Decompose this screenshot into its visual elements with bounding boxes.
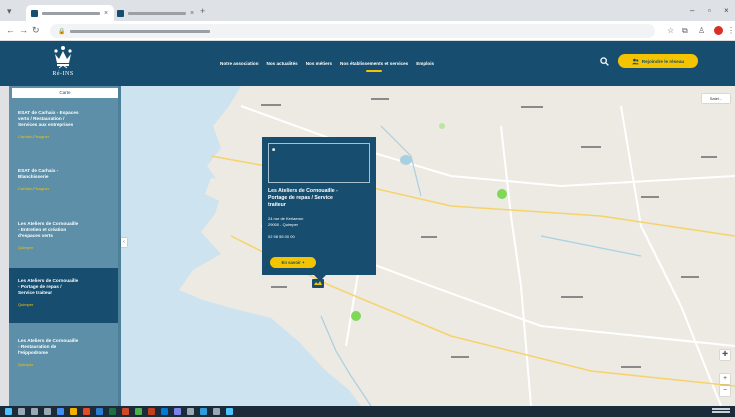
street-view-icon[interactable]: ✚ [720, 350, 730, 360]
sidebar-tab-map[interactable]: Carte [12, 88, 118, 98]
nav-item-association[interactable]: Notre association [220, 61, 259, 66]
sidebar-item-ateliers-portage-repas[interactable]: Les Ateliers de Cornouaille - Portage de… [9, 268, 121, 323]
join-network-button[interactable]: Rejoindre le réseau [618, 54, 698, 68]
word-icon[interactable] [96, 408, 103, 415]
new-tab-icon[interactable]: + [200, 6, 205, 16]
profile-avatar[interactable] [714, 26, 723, 35]
task-view-icon[interactable] [31, 408, 38, 415]
maximize-icon[interactable]: ▫ [708, 6, 711, 15]
sidebar-item-city: Carhaix-Plouguer [18, 134, 50, 139]
browser-menu-icon[interactable]: ⋮ [727, 27, 735, 35]
bookmark-star-icon[interactable]: ☆ [667, 27, 674, 35]
taskbar-app-icon[interactable] [44, 408, 51, 415]
taskbar-app-icon[interactable] [148, 408, 155, 415]
establishments-sidebar: Carte ESAT de Carhaix - Espaces verts / … [9, 86, 121, 406]
nav-item-etablissements[interactable]: Nos établissements et services [340, 61, 408, 72]
extensions-icon[interactable]: ⧉ [682, 27, 688, 35]
forward-icon[interactable]: → [19, 26, 28, 35]
sidebar-item-city: Quimper [18, 302, 34, 307]
sidebar-item-esat-carhaix-espaces-verts[interactable]: ESAT de Carhaix - Espaces verts / Restau… [9, 110, 121, 139]
back-icon[interactable]: ← [6, 26, 15, 35]
lake [400, 155, 412, 165]
taskbar-app-icon[interactable] [200, 408, 207, 415]
address-url [70, 29, 211, 33]
site-favicon-icon [117, 9, 124, 17]
establishment-image: ■ [268, 143, 370, 183]
map-marker-quimper [351, 311, 361, 321]
join-network-label: Rejoindre le réseau [641, 58, 685, 64]
people-icon [631, 58, 639, 64]
tab-title [128, 11, 186, 15]
reload-icon[interactable]: ↻ [32, 26, 40, 35]
popup-phone: 02 98 55 00 00 [268, 234, 295, 239]
windows-start-icon[interactable] [5, 408, 12, 415]
address-bar[interactable]: 🔒 [50, 24, 655, 38]
lock-icon: 🔒 [58, 28, 66, 35]
site-favicon-icon [31, 9, 38, 17]
crown-logo-icon [54, 46, 72, 69]
sidebar-item-city: Quimper [18, 245, 34, 250]
map-marker-faded [439, 123, 445, 129]
tab-title [42, 11, 100, 15]
sidebar-item-title: Les Ateliers de Cornouaille - Entretien … [18, 221, 79, 238]
nav-item-actualites[interactable]: Nos actualités [267, 61, 298, 66]
outlook-icon[interactable] [161, 408, 168, 415]
taskbar-app-icon[interactable] [57, 408, 64, 415]
zoom-out-button[interactable]: − [720, 386, 730, 396]
browser-tab-active[interactable]: × [26, 5, 114, 21]
excel-icon[interactable] [109, 408, 116, 415]
main-navigation: Notre association Nos actualités Nos mét… [220, 61, 434, 72]
close-tab-icon[interactable]: × [104, 10, 108, 17]
sidebar-item-esat-carhaix-blanchisserie[interactable]: ESAT de Carhaix - Blanchisserie Carhaix-… [9, 168, 121, 191]
nav-item-metiers[interactable]: Nos métiers [306, 61, 332, 66]
site-logo[interactable]: Ré-INS [38, 45, 88, 82]
taskbar-app-icon[interactable] [213, 408, 220, 415]
close-tab-icon[interactable]: × [190, 10, 194, 17]
window-close-icon[interactable]: × [724, 6, 729, 15]
establishment-popup: ■ Les Ateliers de Cornouaille - Portage … [262, 137, 376, 281]
browser-tab[interactable]: × [112, 5, 200, 21]
os-taskbar [0, 406, 735, 417]
file-explorer-icon[interactable] [70, 408, 77, 415]
account-icon[interactable]: ♙ [698, 27, 705, 35]
learn-more-button[interactable]: En savoir + [270, 257, 316, 268]
taskbar-app-icon[interactable] [187, 408, 194, 415]
map-type-label: Satel... [709, 96, 723, 101]
popup-title: Les Ateliers de Cornouaille - Portage de… [268, 188, 338, 208]
minimize-icon[interactable]: – [690, 6, 694, 15]
sidebar-item-city: Carhaix-Plouguer [18, 186, 50, 191]
tab-search-icon[interactable]: ▾ [7, 7, 12, 16]
map-view[interactable]: Satel... ✚ + − [121, 86, 735, 406]
sidebar-item-ateliers-hippodrome[interactable]: Les Ateliers de Cornouaille - Restaurati… [9, 338, 121, 367]
logo-text: Ré-INS [52, 71, 74, 77]
browser-toolbar: ← → ↻ 🔒 ☆ ⧉ ♙ ⋮ [0, 21, 735, 41]
chrome-icon[interactable] [135, 408, 142, 415]
map-marker-carhaix [497, 189, 507, 199]
taskbar-search-icon[interactable] [18, 408, 25, 415]
sidebar-item-title: ESAT de Carhaix - Espaces verts / Restau… [18, 110, 79, 127]
taskbar-clock[interactable] [712, 408, 730, 415]
taskbar-app-icon[interactable] [83, 408, 90, 415]
search-icon[interactable] [600, 57, 609, 66]
sidebar-item-title: ESAT de Carhaix - Blanchisserie [18, 168, 59, 179]
powerpoint-icon[interactable] [122, 408, 129, 415]
sidebar-item-title: Les Ateliers de Cornouaille - Restaurati… [18, 338, 79, 355]
zoom-in-button[interactable]: + [720, 374, 730, 384]
browser-tab-bar: ▾ × × + – ▫ × [0, 0, 735, 21]
map-type-selector[interactable]: Satel... [702, 94, 730, 103]
sidebar-item-ateliers-espaces-verts[interactable]: Les Ateliers de Cornouaille - Entretien … [9, 221, 121, 250]
taskbar-app-icon[interactable] [226, 408, 233, 415]
teams-icon[interactable] [174, 408, 181, 415]
sidebar-collapse-chevron-icon[interactable]: ‹ [121, 238, 127, 247]
map-canvas [121, 86, 735, 406]
image-placeholder-icon: ■ [272, 147, 276, 153]
popup-address: 24 rue de Kerlaeron 29000 - Quimper [268, 216, 304, 227]
sidebar-item-title: Les Ateliers de Cornouaille - Portage de… [18, 278, 79, 295]
nav-item-emplois[interactable]: Emplois [416, 61, 434, 66]
sidebar-item-city: Quimper [18, 362, 34, 367]
